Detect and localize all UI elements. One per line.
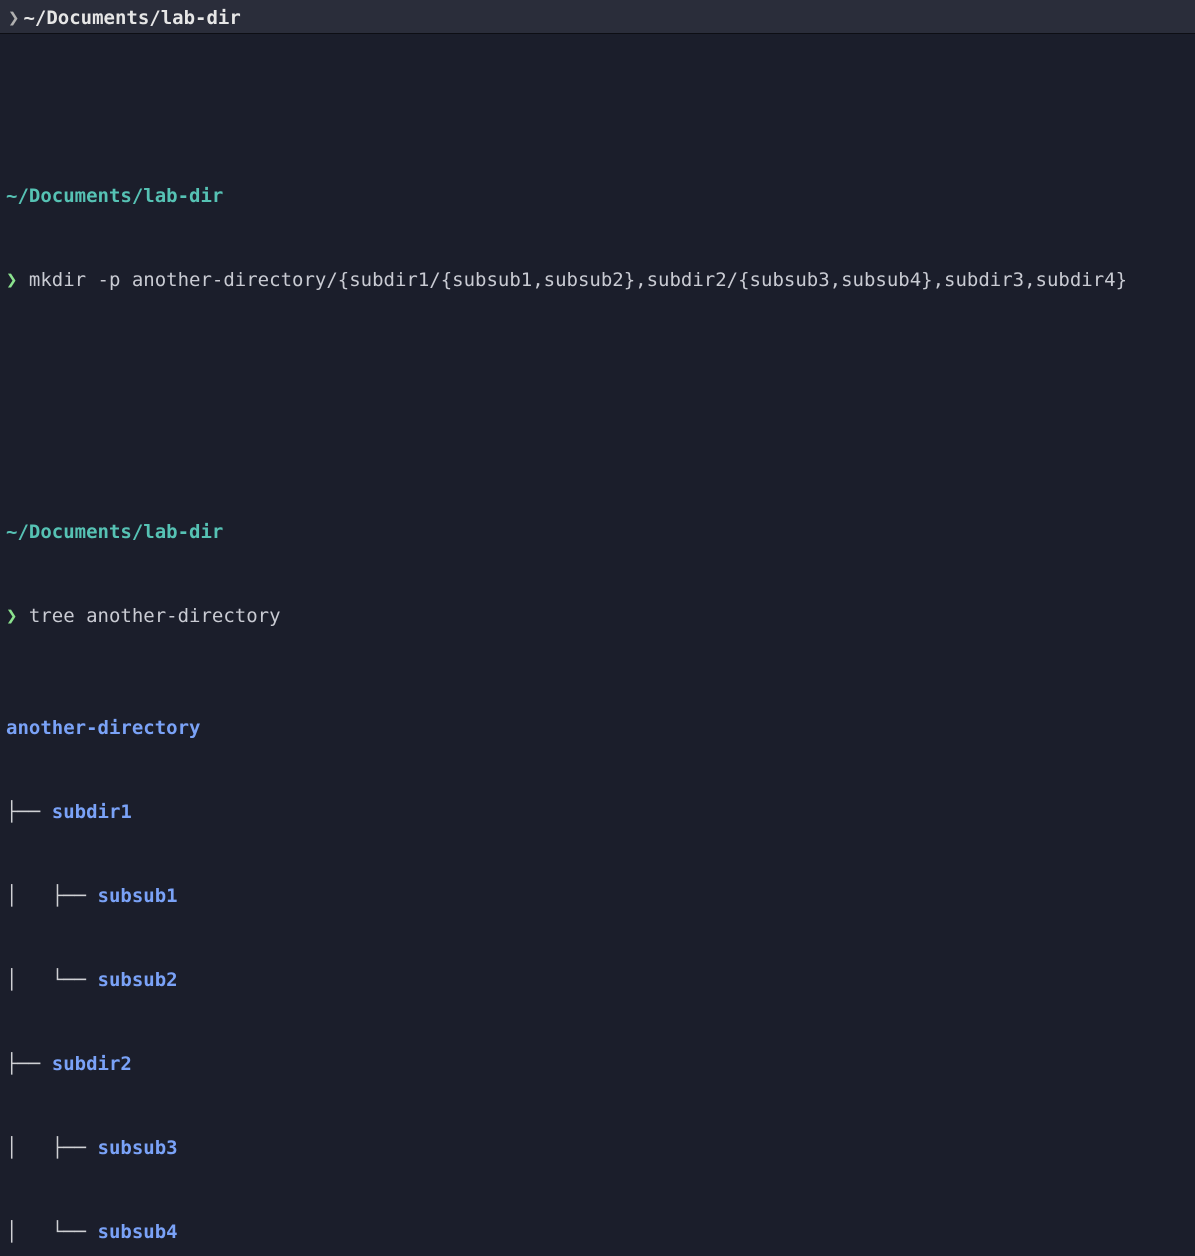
command-tree: tree another-directory (29, 605, 281, 627)
tree-branch: ├── (6, 801, 52, 823)
prompt-chevron-icon: ❯ (6, 269, 17, 291)
tree-dir: subdir1 (52, 801, 132, 823)
prompt-chevron-icon: ❯ (6, 605, 17, 627)
tree-dir: subsub4 (98, 1221, 178, 1243)
tree-dir: subsub2 (98, 969, 178, 991)
tree-dir: subdir2 (52, 1053, 132, 1075)
tree-branch: │ ├── (6, 1137, 98, 1159)
tree-branch: ├── (6, 1053, 52, 1075)
titlebar-path: ~/Documents/lab-dir (23, 7, 240, 29)
tree-dir: subsub1 (98, 885, 178, 907)
window-titlebar: ❯~/Documents/lab-dir (0, 0, 1195, 34)
tree-root: another-directory (6, 717, 200, 739)
tree-dir: subsub3 (98, 1137, 178, 1159)
terminal-output[interactable]: ~/Documents/lab-dir ❯ mkdir -p another-d… (0, 34, 1195, 1256)
blank-line (6, 378, 1189, 406)
cwd-path: ~/Documents/lab-dir (6, 185, 223, 207)
tree-branch: │ └── (6, 969, 98, 991)
tree-branch: │ └── (6, 1221, 98, 1243)
tree-branch: │ ├── (6, 885, 98, 907)
command-mkdir: mkdir -p another-directory/{subdir1/{sub… (29, 269, 1127, 291)
cwd-path: ~/Documents/lab-dir (6, 521, 223, 543)
titlebar-chevron-icon: ❯ (8, 7, 19, 29)
